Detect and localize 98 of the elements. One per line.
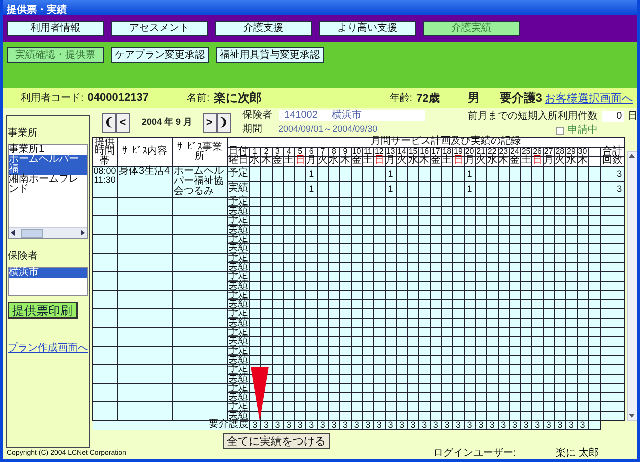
window-title: 提供票・実績 [6,5,67,16]
apply-all-button[interactable]: 全てに実績をつける [223,433,330,450]
row-label: 予定 [228,253,250,262]
insurer-name: 横浜市 [332,110,362,121]
insurer-label: 保険者 [242,110,273,121]
short-stay-label: 前月までの短期入所利用件数 [468,110,598,123]
weekday-cell: 木 [418,156,430,166]
login-user: 楽に 太郎 [556,446,599,459]
tab[interactable]: 利用者情報 [7,21,104,36]
user-age: 72歳 [416,92,440,106]
weekday-cell: 水 [566,156,578,166]
column-header: ｻｰﾋﾞｽ事業所 [172,138,228,166]
short-stay-field: 0 [602,110,624,122]
weekday-cell: 金 [509,156,521,166]
list-item[interactable]: 湘南ホームフレンド [9,175,87,195]
row-label: 予定 [228,364,250,374]
age-label: 年齢: [390,92,413,105]
user-code: 0400012137 [88,92,149,104]
print-button[interactable]: 提供票印刷 [8,302,78,319]
next-month-button[interactable]: > [202,112,217,132]
row-label: 実績 [228,281,250,290]
weekday-cell: 水 [328,156,340,166]
tab[interactable]: より高い支援 [319,21,416,36]
row-label: 予定 [228,328,250,337]
row-label: 実績 [228,318,250,328]
row-label: 予定 [228,402,250,412]
name-label: 名前: [186,92,210,105]
tab[interactable]: 介護支援 [215,21,312,36]
subtab[interactable]: ケアプラン変更承認 [111,47,209,63]
weekday-cell: 火 [475,156,487,166]
row-label: 実績 [228,411,250,421]
weekday-cell: 金 [351,156,362,166]
weekday-cell: 木 [340,156,352,166]
weekday-cell: 水 [486,156,498,166]
row-label: 予定 [228,308,250,318]
weekday-cell: 土 [362,156,374,166]
last-month-button[interactable]: ❩ [216,112,231,132]
weekday-cell: 月 [464,156,476,166]
weekday-cell: 月 [543,156,555,166]
time-cell: 08:00 11:30 [92,166,118,198]
subtab[interactable]: 福祉用具貸与変更承認 [216,47,324,63]
row-label: 予定 [228,383,250,393]
office-label: 事業所 [8,126,39,140]
list-item[interactable]: 事業所1 [9,145,87,155]
application-label: 申請中 [568,125,598,137]
weekday-cell: 月 [385,156,396,166]
month-label: 2004 年 9 月 [142,116,193,129]
weekday-cell: 土 [520,156,532,166]
weekday-cell: 木 [577,156,588,166]
office-cell: ホームヘルパー福祉協会つるみ [172,166,228,198]
previous-month-button[interactable]: < [116,112,130,132]
weekday-cell: 土 [283,156,295,166]
tab[interactable]: 介護実績 [423,21,520,36]
weekday-cell: 水 [408,156,419,166]
row-label: 予定 [228,234,250,244]
list-item[interactable]: 横浜市 [9,268,87,278]
column-header: 提供時間帯 [92,138,118,166]
row-label: 実績 [228,336,250,346]
unit-label: 日 [628,110,637,123]
weekday-cell: 月 [306,156,318,166]
care-level: 要介護3 [500,90,542,106]
row-label: 予定 [228,346,250,356]
grid-title: 月間サービス計画及び実績の記録 [228,138,625,148]
plan-link[interactable]: プラン作成画面へ [8,343,88,355]
row-label: 実績 [228,374,250,384]
period-label: 期間 [242,124,264,135]
subtab[interactable]: 実績確認・提供票 [7,47,104,63]
row-header: 曜日 [228,156,250,166]
care-level-label: 要介護度 [92,420,250,430]
weekday-cell: 土 [442,156,453,166]
gender: 男 [468,90,480,106]
weekday-cell: 日 [294,156,306,166]
weekday-cell: 火 [396,156,408,166]
tab[interactable]: アセスメント [111,21,208,36]
row-label: 実績 [228,225,250,235]
row-label: 予定 [228,272,250,282]
row-label: 実績 [228,244,250,254]
column-header: ｻｰﾋﾞｽ内容 [118,138,172,166]
insurer-label: 保険者 [8,250,39,263]
weekday-cell: 金 [430,156,442,166]
period-value: 2004/09/01～2004/09/30 [278,124,379,135]
row-label: 予定 [228,216,250,226]
customer-select-link[interactable]: お客様選択画面へ [545,90,633,106]
service-cell: 身体3生活4 [118,166,172,198]
row-label: 予定 [228,197,250,207]
pointer-triangle [251,367,269,421]
weekday-cell: 火 [317,156,329,166]
list-item[interactable]: ホームヘルパー福 [9,155,87,175]
weekday-cell: 木 [260,156,272,166]
weekday-cell: 水 [250,156,261,166]
row-label: 予定 [228,290,250,300]
first-month-button[interactable]: ❨ [102,112,116,132]
user-name: 楽に次郎 [214,90,262,106]
user-code-label: 利用者コード: [21,92,84,105]
login-label: ログインユーザー: [433,447,516,459]
insurer-number: 141002 [284,110,318,121]
weekday-cell: 火 [554,156,566,166]
row-label: 実績 [228,355,250,365]
